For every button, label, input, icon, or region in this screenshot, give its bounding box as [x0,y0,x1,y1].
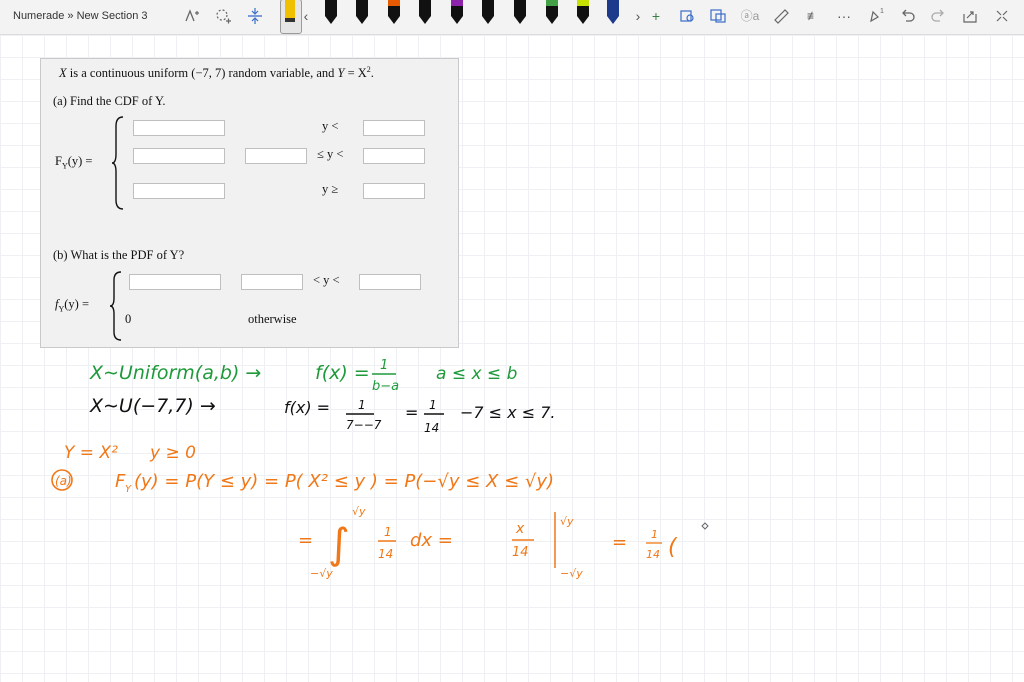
svg-text:7−−7: 7−−7 [346,418,382,432]
svg-text:14: 14 [378,547,393,561]
svg-text:14: 14 [424,421,439,435]
svg-text:=: = [405,403,418,422]
svg-text:x: x [515,521,525,537]
svg-text:(: ( [668,535,678,560]
svg-text:−√y: −√y [560,567,583,580]
svg-text:√y: √y [352,505,366,518]
svg-text:a ≤ x ≤ b: a ≤ x ≤ b [436,364,517,384]
svg-text:1: 1 [358,398,366,412]
svg-text:14: 14 [512,545,529,560]
svg-text:√y: √y [560,515,574,528]
svg-text:=: = [298,530,313,551]
svg-text:y ≥ 0: y ≥ 0 [149,443,196,463]
svg-text:f(x) =: f(x) = [315,362,370,384]
svg-text:∫: ∫ [328,519,350,568]
ink-line-4: (a) F Y (y) = P(Y ≤ y) = P( X² ≤ y ) = P… [51,469,554,495]
svg-text:X∼Uniform(a,b) →: X∼Uniform(a,b) → [89,362,261,384]
svg-text:(y) = P(Y ≤ y) = P( X² ≤ y ) =: (y) = P(Y ≤ y) = P( X² ≤ y ) = P(−√y ≤ X… [134,471,554,492]
svg-text:1: 1 [651,528,658,541]
ink-line-5: = ∫ √y −√y 1 14 dx = x 14 √y −√y = 1 14 … [298,505,678,580]
ink-line-1: X∼Uniform(a,b) → f(x) = 1 b−a a ≤ x ≤ b [89,358,517,394]
ink-line-2: X∼U(−7,7) → f(x) = 1 7−−7 = 1 14 −7 ≤ x … [89,395,555,435]
svg-text:X∼U(−7,7) →: X∼U(−7,7) → [89,395,216,417]
handwriting-layer: X∼Uniform(a,b) → f(x) = 1 b−a a ≤ x ≤ b … [51,358,709,580]
svg-text:14: 14 [646,548,660,561]
svg-text:(a): (a) [55,474,72,488]
svg-text:1: 1 [429,398,437,412]
svg-text:Y = X²: Y = X² [64,443,118,463]
svg-text:b−a: b−a [372,379,399,394]
svg-text:dx =: dx = [410,530,453,551]
svg-text:1: 1 [384,525,392,539]
svg-text:Y: Y [125,484,132,495]
svg-text:−7 ≤ x ≤ 7.: −7 ≤ x ≤ 7. [460,403,555,422]
svg-text:f(x) =: f(x) = [284,398,330,417]
ink-line-3: Y = X² y ≥ 0 [64,443,196,463]
pen-cursor-icon [701,522,709,530]
svg-text:=: = [612,532,627,553]
svg-text:1: 1 [380,358,388,373]
svg-text:−√y: −√y [310,567,333,580]
